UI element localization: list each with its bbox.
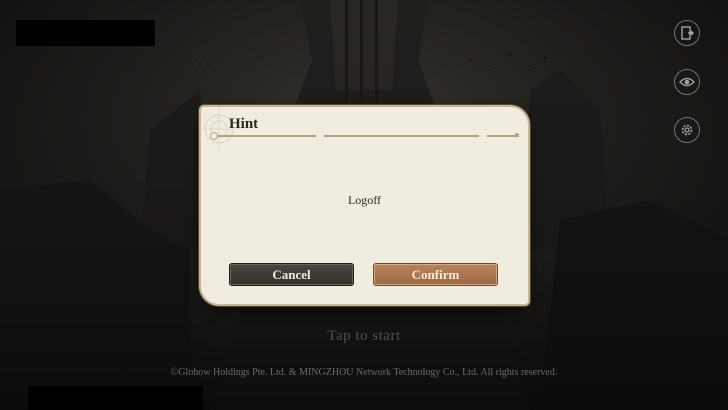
tap-to-start-text[interactable]: Tap to start xyxy=(0,328,728,345)
exit-button[interactable] xyxy=(674,20,700,46)
settings-button[interactable] xyxy=(674,117,700,143)
hint-dialog: Hint Logoff Cancel Confirm xyxy=(201,107,528,304)
divider-gap xyxy=(316,132,324,138)
dialog-message: Logoff xyxy=(347,193,382,207)
divider-end-ornament xyxy=(210,132,218,140)
gear-icon xyxy=(681,124,693,136)
divider-end-dot xyxy=(515,133,519,137)
game-login-screen[interactable]: Tap to start ©Glohow Holdings Pte. Ltd. … xyxy=(0,0,728,410)
redacted-version-area xyxy=(28,386,203,410)
eye-icon xyxy=(679,77,695,87)
redacted-logo-area xyxy=(16,20,155,46)
copyright-text: ©Glohow Holdings Pte. Ltd. & MINGZHOU Ne… xyxy=(170,367,558,378)
cancel-button-label: Cancel xyxy=(272,266,311,282)
cancel-button[interactable]: Cancel xyxy=(229,263,354,286)
eye-button[interactable] xyxy=(674,69,700,95)
exit-door-icon xyxy=(681,26,694,40)
dialog-title: Hint xyxy=(229,116,259,132)
confirm-button[interactable]: Confirm xyxy=(373,263,498,286)
divider-gap xyxy=(479,132,487,138)
title-divider xyxy=(213,135,519,137)
confirm-button-label: Confirm xyxy=(411,266,460,282)
